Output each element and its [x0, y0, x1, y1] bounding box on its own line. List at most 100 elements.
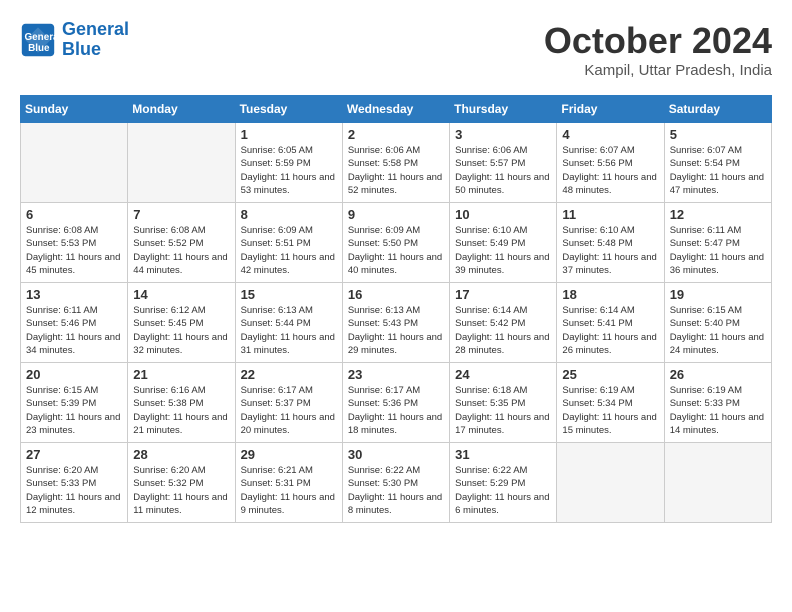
day-number: 16 [348, 287, 444, 302]
calendar-cell: 20 Sunrise: 6:15 AMSunset: 5:39 PMDayligh… [21, 363, 128, 443]
calendar-cell [664, 443, 771, 523]
calendar-cell: 9 Sunrise: 6:09 AMSunset: 5:50 PMDaylight… [342, 203, 449, 283]
calendar-cell: 14Sunrise: 6:12 AMSunset: 5:45 PMDayligh… [128, 283, 235, 363]
calendar-cell: 31 Sunrise: 6:22 AMSunset: 5:29 PMDayligh… [450, 443, 557, 523]
calendar-cell: 8 Sunrise: 6:09 AMSunset: 5:51 PMDaylight… [235, 203, 342, 283]
calendar-cell: 19Sunrise: 6:15 AMSunset: 5:40 PMDayligh… [664, 283, 771, 363]
cell-details: Sunrise: 6:10 AMSunset: 5:48 PMDaylight:… [562, 224, 658, 277]
cell-details: Sunrise: 6:13 AMSunset: 5:44 PMDaylight:… [241, 304, 337, 357]
header-day-monday: Monday [128, 96, 235, 123]
cell-details: Sunrise: 6:09 AMSunset: 5:51 PMDaylight:… [241, 224, 337, 277]
day-number: 22 [241, 367, 337, 382]
day-number: 9 [348, 207, 444, 222]
calendar-cell: 12 Sunrise: 6:11 AMSunset: 5:47 PMDayligh… [664, 203, 771, 283]
header-day-tuesday: Tuesday [235, 96, 342, 123]
calendar-cell [557, 443, 664, 523]
week-row-4: 27 Sunrise: 6:20 AMSunset: 5:33 PMDayligh… [21, 443, 772, 523]
day-number: 24 [455, 367, 551, 382]
day-number: 29 [241, 447, 337, 462]
day-number: 27 [26, 447, 122, 462]
cell-details: Sunrise: 6:19 AMSunset: 5:34 PMDaylight:… [562, 384, 658, 437]
location-subtitle: Kampil, Uttar Pradesh, India [544, 62, 772, 79]
calendar-cell: 30Sunrise: 6:22 AMSunset: 5:30 PMDayligh… [342, 443, 449, 523]
calendar-cell: 21 Sunrise: 6:16 AMSunset: 5:38 PMDayligh… [128, 363, 235, 443]
cell-details: Sunrise: 6:06 AMSunset: 5:58 PMDaylight:… [348, 144, 444, 197]
calendar-cell [128, 123, 235, 203]
day-number: 3 [455, 127, 551, 142]
cell-details: Sunrise: 6:16 AMSunset: 5:38 PMDaylight:… [133, 384, 229, 437]
cell-details: Sunrise: 6:22 AMSunset: 5:30 PMDaylight:… [348, 464, 444, 517]
calendar-cell: 3Sunrise: 6:06 AMSunset: 5:57 PMDaylight… [450, 123, 557, 203]
day-number: 6 [26, 207, 122, 222]
header-day-thursday: Thursday [450, 96, 557, 123]
day-number: 20 [26, 367, 122, 382]
day-number: 11 [562, 207, 658, 222]
cell-details: Sunrise: 6:11 AMSunset: 5:47 PMDaylight:… [670, 224, 766, 277]
cell-details: Sunrise: 6:17 AMSunset: 5:37 PMDaylight:… [241, 384, 337, 437]
day-number: 4 [562, 127, 658, 142]
day-number: 25 [562, 367, 658, 382]
calendar-cell [21, 123, 128, 203]
day-number: 13 [26, 287, 122, 302]
cell-details: Sunrise: 6:20 AMSunset: 5:32 PMDaylight:… [133, 464, 229, 517]
day-number: 8 [241, 207, 337, 222]
cell-details: Sunrise: 6:19 AMSunset: 5:33 PMDaylight:… [670, 384, 766, 437]
calendar-cell: 10Sunrise: 6:10 AMSunset: 5:49 PMDayligh… [450, 203, 557, 283]
calendar-cell: 23Sunrise: 6:17 AMSunset: 5:36 PMDayligh… [342, 363, 449, 443]
day-number: 12 [670, 207, 766, 222]
cell-details: Sunrise: 6:07 AMSunset: 5:54 PMDaylight:… [670, 144, 766, 197]
day-number: 10 [455, 207, 551, 222]
calendar-cell: 13 Sunrise: 6:11 AMSunset: 5:46 PMDayligh… [21, 283, 128, 363]
cell-details: Sunrise: 6:11 AMSunset: 5:46 PMDaylight:… [26, 304, 122, 357]
logo-icon: General Blue [20, 22, 56, 58]
cell-details: Sunrise: 6:15 AMSunset: 5:40 PMDaylight:… [670, 304, 766, 357]
cell-details: Sunrise: 6:13 AMSunset: 5:43 PMDaylight:… [348, 304, 444, 357]
cell-details: Sunrise: 6:22 AMSunset: 5:29 PMDaylight:… [455, 464, 551, 517]
cell-details: Sunrise: 6:09 AMSunset: 5:50 PMDaylight:… [348, 224, 444, 277]
day-number: 18 [562, 287, 658, 302]
cell-details: Sunrise: 6:20 AMSunset: 5:33 PMDaylight:… [26, 464, 122, 517]
day-number: 26 [670, 367, 766, 382]
page-header: General Blue General Blue October 2024 K… [20, 20, 772, 79]
header-day-sunday: Sunday [21, 96, 128, 123]
day-number: 21 [133, 367, 229, 382]
header-row: SundayMondayTuesdayWednesdayThursdayFrid… [21, 96, 772, 123]
calendar-cell: 18Sunrise: 6:14 AMSunset: 5:41 PMDayligh… [557, 283, 664, 363]
svg-text:General: General [25, 32, 57, 43]
cell-details: Sunrise: 6:18 AMSunset: 5:35 PMDaylight:… [455, 384, 551, 437]
day-number: 23 [348, 367, 444, 382]
day-number: 14 [133, 287, 229, 302]
calendar-table: SundayMondayTuesdayWednesdayThursdayFrid… [20, 95, 772, 523]
calendar-cell: 17Sunrise: 6:14 AMSunset: 5:42 PMDayligh… [450, 283, 557, 363]
header-day-friday: Friday [557, 96, 664, 123]
day-number: 17 [455, 287, 551, 302]
calendar-cell: 22 Sunrise: 6:17 AMSunset: 5:37 PMDayligh… [235, 363, 342, 443]
calendar-cell: 26 Sunrise: 6:19 AMSunset: 5:33 PMDayligh… [664, 363, 771, 443]
header-day-saturday: Saturday [664, 96, 771, 123]
week-row-0: 1Sunrise: 6:05 AMSunset: 5:59 PMDaylight… [21, 123, 772, 203]
day-number: 2 [348, 127, 444, 142]
calendar-cell: 28 Sunrise: 6:20 AMSunset: 5:32 PMDayligh… [128, 443, 235, 523]
calendar-cell: 4 Sunrise: 6:07 AMSunset: 5:56 PMDaylight… [557, 123, 664, 203]
title-block: October 2024 Kampil, Uttar Pradesh, Indi… [544, 20, 772, 79]
calendar-cell: 27 Sunrise: 6:20 AMSunset: 5:33 PMDayligh… [21, 443, 128, 523]
calendar-cell: 7 Sunrise: 6:08 AMSunset: 5:52 PMDaylight… [128, 203, 235, 283]
header-day-wednesday: Wednesday [342, 96, 449, 123]
calendar-cell: 2 Sunrise: 6:06 AMSunset: 5:58 PMDaylight… [342, 123, 449, 203]
calendar-cell: 24 Sunrise: 6:18 AMSunset: 5:35 PMDayligh… [450, 363, 557, 443]
calendar-cell: 11 Sunrise: 6:10 AMSunset: 5:48 PMDayligh… [557, 203, 664, 283]
cell-details: Sunrise: 6:21 AMSunset: 5:31 PMDaylight:… [241, 464, 337, 517]
cell-details: Sunrise: 6:07 AMSunset: 5:56 PMDaylight:… [562, 144, 658, 197]
svg-text:Blue: Blue [28, 43, 50, 54]
week-row-2: 13 Sunrise: 6:11 AMSunset: 5:46 PMDayligh… [21, 283, 772, 363]
calendar-cell: 1Sunrise: 6:05 AMSunset: 5:59 PMDaylight… [235, 123, 342, 203]
logo: General Blue General Blue [20, 20, 129, 60]
day-number: 31 [455, 447, 551, 462]
day-number: 5 [670, 127, 766, 142]
cell-details: Sunrise: 6:15 AMSunset: 5:39 PMDaylight:… [26, 384, 122, 437]
cell-details: Sunrise: 6:08 AMSunset: 5:53 PMDaylight:… [26, 224, 122, 277]
cell-details: Sunrise: 6:08 AMSunset: 5:52 PMDaylight:… [133, 224, 229, 277]
day-number: 7 [133, 207, 229, 222]
day-number: 28 [133, 447, 229, 462]
day-number: 15 [241, 287, 337, 302]
